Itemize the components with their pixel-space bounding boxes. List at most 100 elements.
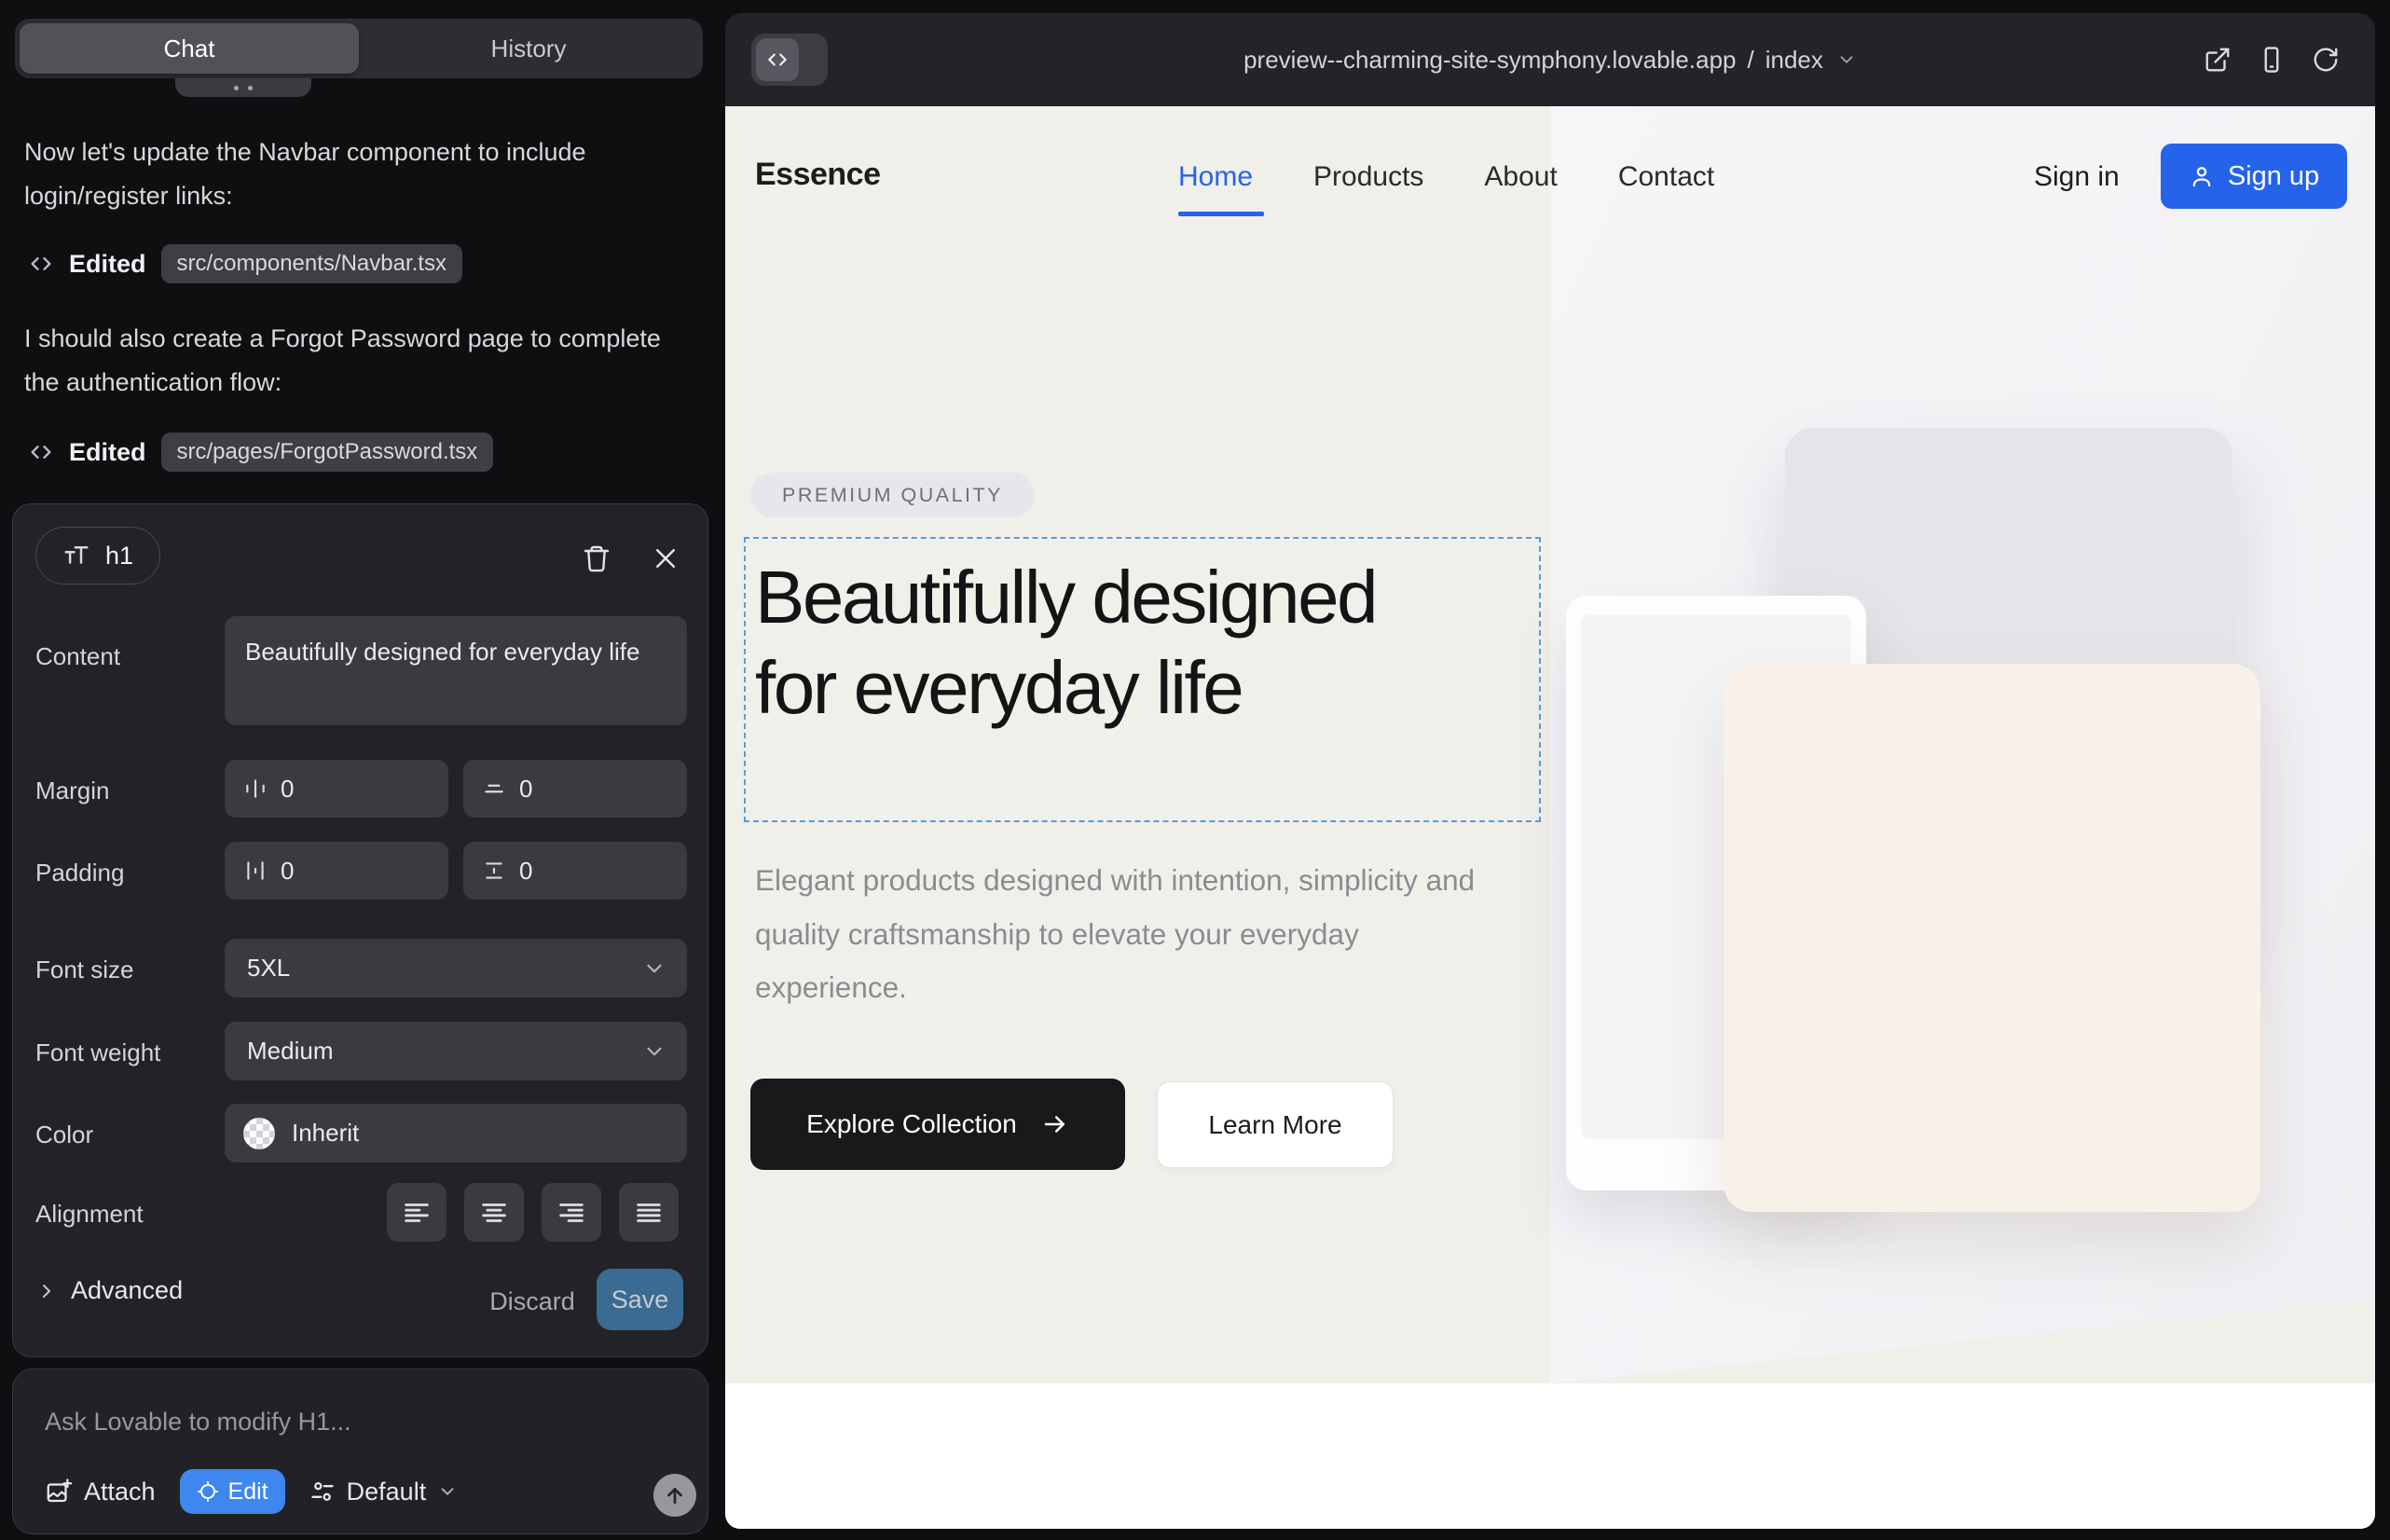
scrolled-message-peek[interactable] (175, 78, 311, 97)
close-editor-button[interactable] (645, 538, 686, 579)
browser-preview-panel: preview--charming-site-symphony.lovable.… (725, 13, 2375, 1529)
chevron-down-icon (642, 956, 666, 981)
chevron-down-icon (437, 1481, 458, 1502)
chat-message: I should also create a Forgot Password p… (24, 317, 688, 405)
margin-x-input[interactable]: 0 (225, 760, 448, 818)
align-center-icon (478, 1197, 510, 1229)
padding-vertical-icon (482, 859, 506, 883)
padding-x-value: 0 (281, 857, 294, 886)
content-field-wrap: Beautifully designed for everyday life (225, 616, 687, 725)
tab-history[interactable]: History (359, 23, 698, 74)
sliders-icon (309, 1478, 336, 1505)
align-center-button[interactable] (464, 1183, 524, 1242)
chat-message: Now let's update the Navbar component to… (24, 131, 688, 218)
crosshair-icon (197, 1480, 219, 1503)
margin-vertical-icon (482, 777, 506, 801)
advanced-toggle[interactable]: Advanced (35, 1276, 183, 1305)
element-tag-label: h1 (105, 542, 133, 571)
typography-icon (62, 542, 90, 570)
arrow-right-icon (1041, 1110, 1069, 1138)
align-left-button[interactable] (387, 1183, 446, 1242)
learn-more-button[interactable]: Learn More (1157, 1081, 1394, 1168)
mode-label: Default (347, 1478, 427, 1506)
chevron-down-icon (1836, 49, 1857, 70)
margin-y-value: 0 (519, 775, 532, 804)
content-textarea[interactable]: Beautifully designed for everyday life (245, 633, 666, 708)
preview-toolbar: preview--charming-site-symphony.lovable.… (725, 13, 2375, 106)
preview-url: preview--charming-site-symphony.lovable.… (1243, 46, 1736, 75)
nav-link-contact[interactable]: Contact (1618, 161, 1714, 193)
delete-element-button[interactable] (576, 538, 617, 579)
font-size-label: Font size (35, 956, 134, 984)
align-justify-icon (633, 1197, 665, 1229)
mobile-view-icon[interactable] (2258, 46, 2286, 74)
margin-label: Margin (35, 777, 109, 805)
send-button[interactable] (653, 1474, 696, 1517)
url-breadcrumb[interactable]: preview--charming-site-symphony.lovable.… (725, 13, 2375, 106)
font-weight-label: Font weight (35, 1038, 160, 1067)
sign-in-link[interactable]: Sign in (2034, 161, 2120, 193)
padding-x-input[interactable]: 0 (225, 842, 448, 900)
font-weight-select[interactable]: Medium (225, 1022, 687, 1080)
padding-label: Padding (35, 859, 124, 887)
arrow-up-icon (663, 1483, 687, 1507)
font-weight-value: Medium (247, 1037, 333, 1066)
edited-label: Edited (69, 438, 146, 467)
mode-selector[interactable]: Default (309, 1478, 459, 1506)
element-editor-panel: h1 Content Beautifully designed for ever… (12, 503, 708, 1357)
attach-label: Attach (84, 1478, 156, 1506)
chevron-right-icon (35, 1280, 58, 1302)
tab-chat[interactable]: Chat (20, 23, 359, 74)
transparency-swatch-icon (243, 1118, 275, 1149)
align-right-button[interactable] (542, 1183, 601, 1242)
user-icon (2189, 163, 2215, 189)
save-button[interactable]: Save (597, 1269, 683, 1330)
prompt-input[interactable] (45, 1401, 660, 1442)
site-logo[interactable]: Essence (755, 157, 881, 193)
refresh-icon[interactable] (2312, 46, 2340, 74)
chevron-down-icon (642, 1039, 666, 1064)
close-icon (652, 544, 680, 572)
nav-link-home[interactable]: Home (1178, 161, 1253, 193)
edit-mode-button[interactable]: Edit (180, 1469, 285, 1514)
align-right-icon (556, 1197, 587, 1229)
margin-y-input[interactable]: 0 (463, 760, 687, 818)
site-nav: Home Products About Contact (1178, 161, 1714, 193)
edit-label: Edit (228, 1478, 268, 1506)
color-select[interactable]: Inherit (225, 1104, 687, 1162)
trash-icon (582, 543, 611, 573)
align-left-icon (401, 1197, 433, 1229)
composer-toolbar: Attach Edit Default (45, 1468, 458, 1515)
preview-page-name: index (1765, 46, 1823, 75)
file-edit-row: Edited src/pages/ForgotPassword.tsx (28, 431, 493, 474)
hero-heading[interactable]: Beautifully designed for everyday life (755, 552, 1408, 733)
alignment-button-group (387, 1183, 679, 1242)
color-value: Inherit (292, 1119, 359, 1148)
padding-y-input[interactable]: 0 (463, 842, 687, 900)
nav-link-products[interactable]: Products (1313, 161, 1423, 193)
open-external-icon[interactable] (2204, 46, 2232, 74)
file-edit-row: Edited src/components/Navbar.tsx (28, 242, 462, 285)
sign-up-button[interactable]: Sign up (2161, 144, 2347, 209)
nav-link-about[interactable]: About (1484, 161, 1557, 193)
preview-actions (2204, 13, 2340, 106)
file-chip[interactable]: src/pages/ForgotPassword.tsx (161, 433, 494, 472)
selected-element-badge: h1 (35, 527, 160, 584)
site-preview-page: Essence Home Products About Contact Sign… (725, 106, 2375, 1529)
color-label: Color (35, 1121, 93, 1149)
code-icon (28, 251, 54, 277)
font-size-select[interactable]: 5XL (225, 939, 687, 997)
url-separator: / (1748, 46, 1754, 75)
attach-image-icon (45, 1478, 73, 1506)
prompt-composer: Attach Edit Default (12, 1368, 708, 1534)
file-chip[interactable]: src/components/Navbar.tsx (161, 244, 462, 283)
hero-description: Elegant products designed with intention… (755, 854, 1515, 1015)
padding-horizontal-icon (243, 859, 268, 883)
premium-quality-badge: PREMIUM QUALITY (750, 473, 1035, 517)
next-section-background (725, 1383, 2375, 1529)
attach-button[interactable]: Attach (45, 1478, 156, 1506)
align-justify-button[interactable] (619, 1183, 679, 1242)
discard-button[interactable]: Discard (477, 1272, 587, 1330)
chat-history-tabbar: Chat History (15, 19, 703, 78)
explore-collection-button[interactable]: Explore Collection (750, 1079, 1125, 1170)
